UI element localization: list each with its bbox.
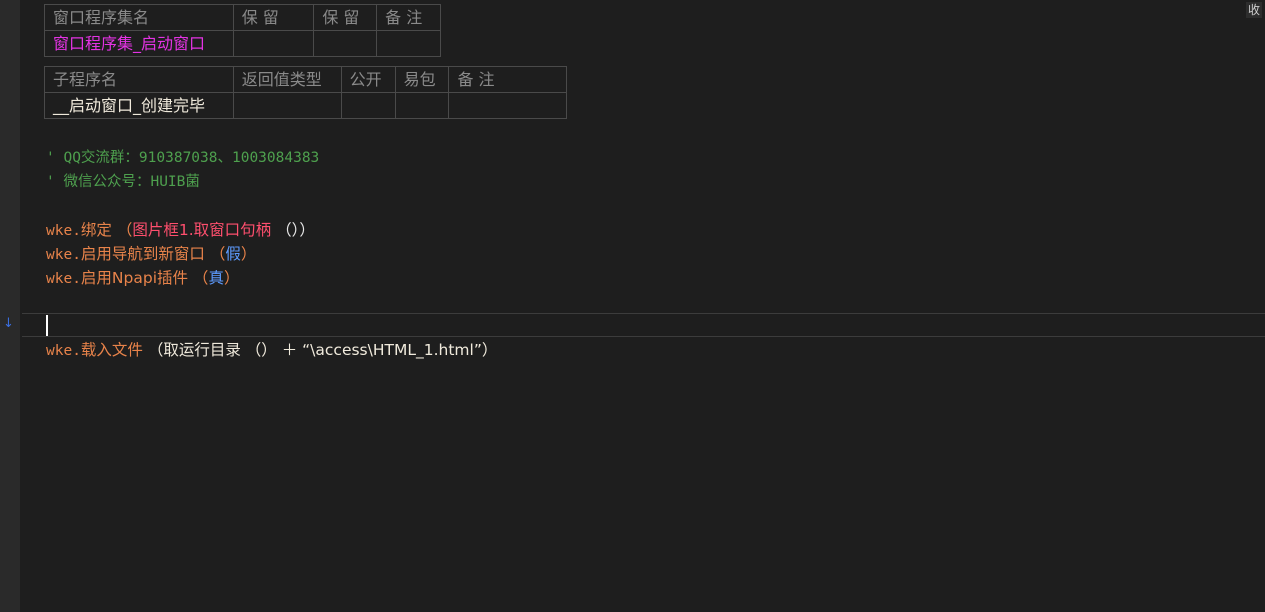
assembly-note-cell[interactable] <box>376 30 441 57</box>
sub-public-cell[interactable] <box>340 92 396 119</box>
sub-header-note: 备 注 <box>448 66 567 93</box>
sub-header-return-type: 返回值类型 <box>232 66 342 93</box>
assembly-header-reserved-2: 保 留 <box>313 4 378 31</box>
comment-qq-group[interactable]: ' QQ交流群：910387038、1003084383 <box>46 148 319 168</box>
code-method: 启用Npapi插件 <box>80 269 188 287</box>
assembly-header-name: 窗口程序集名 <box>44 4 234 31</box>
code-line-bind[interactable]: wke.绑定 （图片框1.取窗口句柄 （）） <box>46 220 315 241</box>
code-line-enable-npapi[interactable]: wke.启用Npapi插件 （真） <box>46 268 239 289</box>
code-method: 载入文件 <box>80 341 143 359</box>
sub-header-epackage: 易包 <box>394 66 450 93</box>
text-caret <box>46 315 48 336</box>
code-paren-open: （ <box>204 245 226 263</box>
assembly-table: 窗口程序集名 保 留 保 留 备 注 窗口程序集_启动窗口 <box>44 4 441 57</box>
code-method: 绑定 <box>80 221 112 239</box>
code-argument: 假 <box>225 245 241 263</box>
code-object: wke. <box>46 247 81 263</box>
execution-arrow-icon: ↓ <box>3 316 14 331</box>
sub-header-public: 公开 <box>340 66 396 93</box>
code-object: wke. <box>46 271 81 287</box>
collapse-button[interactable]: 收 <box>1245 2 1262 18</box>
sub-epackage-cell[interactable] <box>394 92 450 119</box>
sub-note-cell[interactable] <box>448 92 567 119</box>
sub-return-type-cell[interactable] <box>232 92 342 119</box>
current-line-highlight[interactable] <box>22 313 1265 337</box>
code-object: wke. <box>46 223 81 239</box>
assembly-header-reserved-1: 保 留 <box>232 4 315 31</box>
line-gutter <box>0 0 20 612</box>
assembly-reserved-2-cell[interactable] <box>313 30 378 57</box>
code-paren-close: （）） <box>271 221 315 239</box>
code-arguments: （取运行目录 （） ＋ “\access\HTML_1.html”） <box>142 341 498 359</box>
code-method: 启用导航到新窗口 <box>80 245 205 263</box>
assembly-name-cell[interactable]: 窗口程序集_启动窗口 <box>44 30 234 57</box>
assembly-reserved-1-cell[interactable] <box>232 30 315 57</box>
assembly-header-note: 备 注 <box>376 4 441 31</box>
code-paren-close: ） <box>223 269 240 287</box>
comment-wechat[interactable]: ' 微信公众号：HUIB菌 <box>46 172 200 192</box>
code-paren-open: （ <box>111 221 133 239</box>
code-paren-open: （ <box>188 269 209 287</box>
code-argument: 真 <box>208 269 224 287</box>
sub-header-name: 子程序名 <box>44 66 234 93</box>
code-paren-close: ） <box>240 245 257 263</box>
code-line-load-file[interactable]: wke.载入文件 （取运行目录 （） ＋ “\access\HTML_1.htm… <box>46 340 497 361</box>
code-object: wke. <box>46 343 81 359</box>
sub-name-cell[interactable]: __启动窗口_创建完毕 <box>44 92 234 119</box>
subroutine-table: 子程序名 返回值类型 公开 易包 备 注 __启动窗口_创建完毕 <box>44 66 567 119</box>
code-argument: 图片框1.取窗口句柄 <box>132 221 272 239</box>
code-line-enable-nav[interactable]: wke.启用导航到新窗口 （假） <box>46 244 256 265</box>
